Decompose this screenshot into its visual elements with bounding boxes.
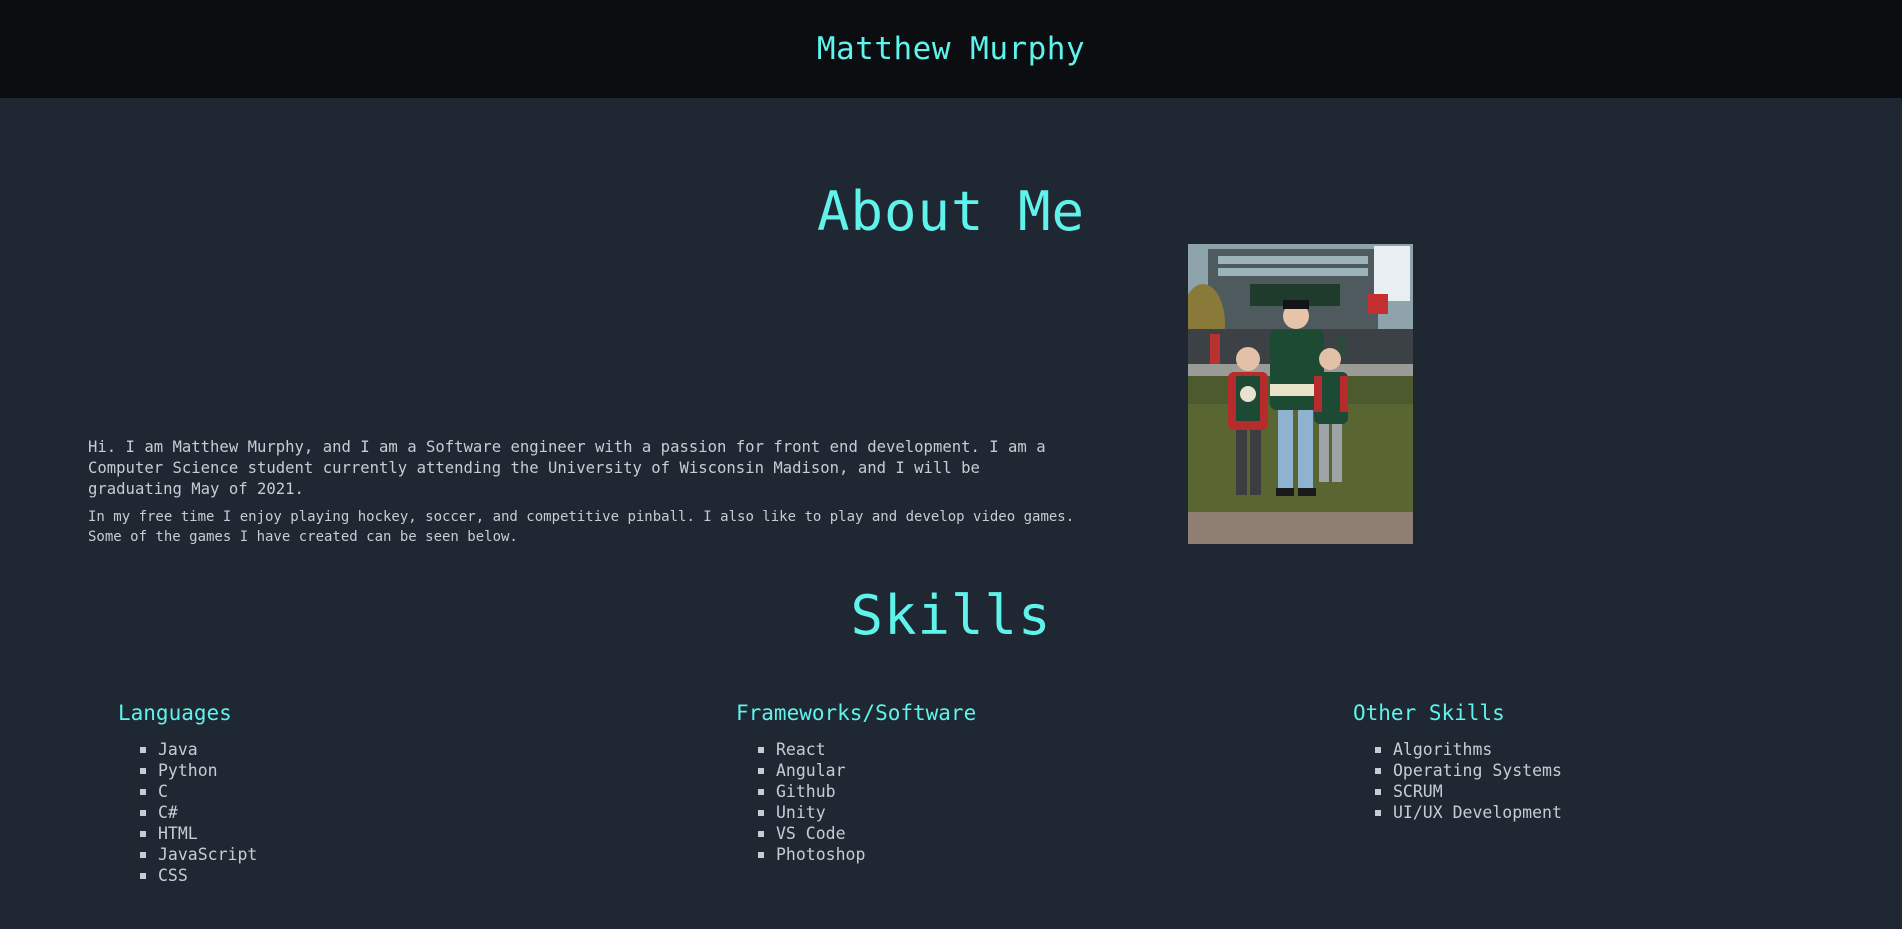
list-item: Operating Systems bbox=[1375, 760, 1562, 781]
list-item: CSS bbox=[140, 865, 257, 886]
list-item: HTML bbox=[140, 823, 257, 844]
skills-column-title: Other Skills bbox=[1353, 701, 1505, 725]
skills-list: React Angular Github Unity VS Code Photo… bbox=[736, 739, 976, 865]
list-item: Photoshop bbox=[758, 844, 976, 865]
list-item: VS Code bbox=[758, 823, 976, 844]
site-header: Matthew Murphy bbox=[0, 0, 1902, 98]
skills-list: Algorithms Operating Systems SCRUM UI/UX… bbox=[1353, 739, 1562, 823]
about-text: Hi. I am Matthew Murphy, and I am a Soft… bbox=[88, 437, 1078, 547]
list-item: UI/UX Development bbox=[1375, 802, 1562, 823]
list-item: Github bbox=[758, 781, 976, 802]
list-item: Java bbox=[140, 739, 257, 760]
about-heading: About Me bbox=[816, 180, 1086, 243]
skills-column-title: Languages bbox=[118, 701, 232, 725]
list-item: Unity bbox=[758, 802, 976, 823]
skills-heading: Skills bbox=[850, 584, 1052, 647]
list-item: Algorithms bbox=[1375, 739, 1562, 760]
about-paragraph-1: Hi. I am Matthew Murphy, and I am a Soft… bbox=[88, 438, 1046, 498]
list-item: JavaScript bbox=[140, 844, 257, 865]
site-title: Matthew Murphy bbox=[816, 31, 1086, 67]
list-item: C bbox=[140, 781, 257, 802]
skills-column-frameworks: Frameworks/Software React Angular Github… bbox=[736, 699, 976, 865]
list-item: C# bbox=[140, 802, 257, 823]
list-item: SCRUM bbox=[1375, 781, 1562, 802]
skills-column-title: Frameworks/Software bbox=[736, 701, 977, 725]
list-item: React bbox=[758, 739, 976, 760]
list-item: Python bbox=[140, 760, 257, 781]
skills-list: Java Python C C# HTML JavaScript CSS bbox=[118, 739, 257, 886]
skills-column-languages: Languages Java Python C C# HTML JavaScri… bbox=[118, 699, 257, 886]
list-item: Angular bbox=[758, 760, 976, 781]
profile-photo bbox=[1188, 244, 1413, 544]
skills-column-other: Other Skills Algorithms Operating System… bbox=[1353, 699, 1562, 823]
about-paragraph-2: In my free time I enjoy playing hockey, … bbox=[88, 509, 1075, 545]
